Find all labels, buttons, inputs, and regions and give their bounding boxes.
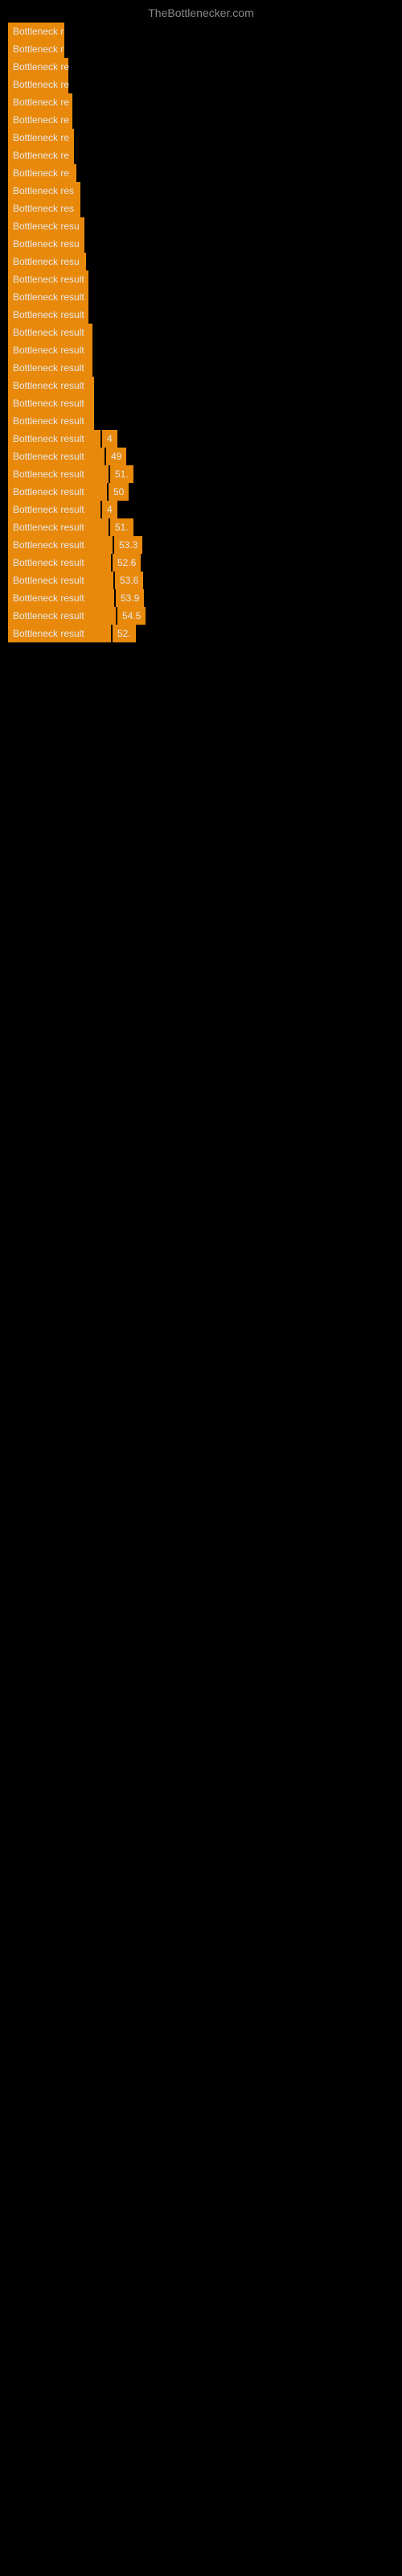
bar-label: Bottleneck result <box>8 518 109 536</box>
bar-label: Bottleneck r <box>8 23 64 40</box>
bar-row: Bottleneck result <box>0 324 402 341</box>
bar-label: Bottleneck re <box>8 111 72 129</box>
bar-label: Bottleneck result <box>8 572 113 589</box>
bar-label: Bottleneck re <box>8 58 68 76</box>
bar-label: Bottleneck result <box>8 448 105 465</box>
bar-row: Bottleneck result51. <box>0 465 402 483</box>
bar-value: 53.3 <box>114 536 142 554</box>
bar-label: Bottleneck result <box>8 394 94 412</box>
bar-row: Bottleneck result <box>0 306 402 324</box>
bar-label: Bottleneck result <box>8 377 94 394</box>
bar-label: Bottleneck result <box>8 412 94 430</box>
bar-label: Bottleneck result <box>8 589 114 607</box>
bar-label: Bottleneck res <box>8 182 80 200</box>
bar-row: Bottleneck re <box>0 76 402 93</box>
bar-label: Bottleneck resu <box>8 235 84 253</box>
bar-label: Bottleneck re <box>8 129 74 147</box>
bar-label: Bottleneck result <box>8 554 111 572</box>
bar-label: Bottleneck result <box>8 270 88 288</box>
bar-row: Bottleneck re <box>0 58 402 76</box>
bar-label: Bottleneck res <box>8 200 80 217</box>
bar-row: Bottleneck re <box>0 93 402 111</box>
bar-label: Bottleneck result <box>8 501 100 518</box>
bar-label: Bottleneck result <box>8 536 113 554</box>
bar-row: Bottleneck result <box>0 288 402 306</box>
bar-label: Bottleneck result <box>8 465 109 483</box>
bar-value: 53.6 <box>115 572 143 589</box>
bar-row: Bottleneck r <box>0 23 402 40</box>
bar-row: Bottleneck res <box>0 182 402 200</box>
bar-label: Bottleneck re <box>8 76 68 93</box>
bar-value: 50 <box>109 483 129 501</box>
bar-label: Bottleneck result <box>8 483 107 501</box>
bar-row: Bottleneck result51. <box>0 518 402 536</box>
bar-row: Bottleneck result50 <box>0 483 402 501</box>
bar-row: Bottleneck resu <box>0 253 402 270</box>
bar-row: Bottleneck result49 <box>0 448 402 465</box>
bar-value: 52.6 <box>113 554 141 572</box>
bar-row: Bottleneck re <box>0 111 402 129</box>
bar-label: Bottleneck re <box>8 147 74 164</box>
bar-row: Bottleneck result <box>0 359 402 377</box>
bar-row: Bottleneck re <box>0 129 402 147</box>
bar-value: 4 <box>102 430 117 448</box>
bar-value: 52. <box>113 625 136 642</box>
bar-value: 53.9 <box>116 589 144 607</box>
bar-row: Bottleneck result <box>0 341 402 359</box>
bar-label: Bottleneck result <box>8 430 100 448</box>
bar-row: Bottleneck re <box>0 147 402 164</box>
bar-row: Bottleneck res <box>0 200 402 217</box>
bar-label: Bottleneck result <box>8 324 92 341</box>
bar-label: Bottleneck re <box>8 93 72 111</box>
bar-value: 51. <box>110 518 133 536</box>
bar-row: Bottleneck result4 <box>0 430 402 448</box>
bar-row: Bottleneck r <box>0 40 402 58</box>
bar-row: Bottleneck result <box>0 270 402 288</box>
bar-value: 51. <box>110 465 133 483</box>
bar-row: Bottleneck result52. <box>0 625 402 642</box>
bar-row: Bottleneck result <box>0 412 402 430</box>
bar-label: Bottleneck result <box>8 306 88 324</box>
bar-label: Bottleneck r <box>8 40 64 58</box>
bar-row: Bottleneck result <box>0 377 402 394</box>
bar-row: Bottleneck re <box>0 164 402 182</box>
bar-label: Bottleneck result <box>8 607 116 625</box>
bar-row: Bottleneck resu <box>0 217 402 235</box>
site-title: TheBottlenecker.com <box>0 0 402 23</box>
bar-row: Bottleneck result <box>0 394 402 412</box>
bar-row: Bottleneck resu <box>0 235 402 253</box>
bar-row: Bottleneck result52.6 <box>0 554 402 572</box>
bar-label: Bottleneck result <box>8 288 88 306</box>
bar-label: Bottleneck result <box>8 625 111 642</box>
bar-label: Bottleneck result <box>8 341 92 359</box>
bar-label: Bottleneck result <box>8 359 92 377</box>
bar-value: 54.5 <box>117 607 146 625</box>
bar-row: Bottleneck result53.3 <box>0 536 402 554</box>
bar-value: 49 <box>106 448 126 465</box>
bar-value: 4 <box>102 501 117 518</box>
bar-row: Bottleneck result53.6 <box>0 572 402 589</box>
bar-row: Bottleneck result4 <box>0 501 402 518</box>
bar-label: Bottleneck resu <box>8 253 86 270</box>
bar-label: Bottleneck resu <box>8 217 84 235</box>
bar-row: Bottleneck result54.5 <box>0 607 402 625</box>
bar-label: Bottleneck re <box>8 164 76 182</box>
bar-row: Bottleneck result53.9 <box>0 589 402 607</box>
